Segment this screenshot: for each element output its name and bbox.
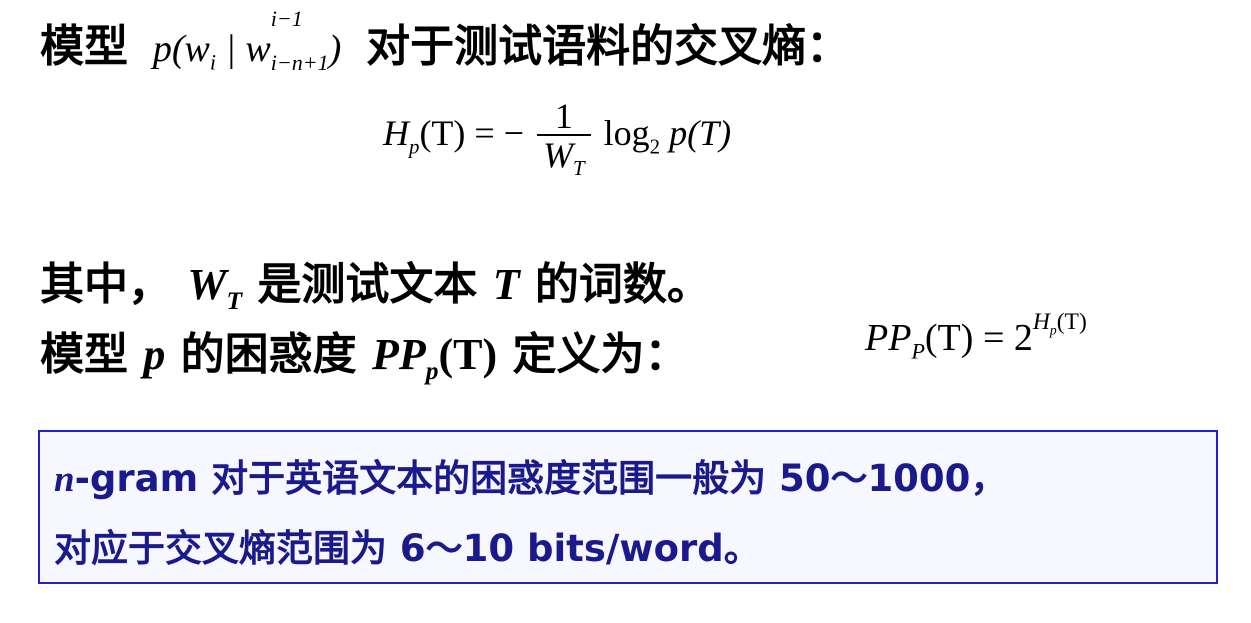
fraction-denominator: WT [537, 134, 591, 179]
text-part: 的困惑度 [180, 329, 357, 380]
note-text-2: 对应于交叉熵范围为 6～10 bits/word。 [54, 527, 761, 570]
var-p: p [143, 330, 166, 379]
formula-lhs-arg: (T) [419, 113, 466, 154]
cross-entropy-formula: Hp(T) = − 1 WT log2 p(T) [383, 96, 732, 179]
note-box: n-gram 对于英语文本的困惑度范围一般为 50～1000， 对应于交叉熵范围… [38, 430, 1218, 584]
formula-log-base: 2 [649, 134, 661, 159]
perplexity-line: 模型 p 的困惑度 PPp(T) 定义为： [40, 318, 689, 385]
formula-rhs: p(T) [669, 113, 732, 154]
formula-lhs: H [383, 113, 409, 154]
model-expression: p(wi | w i−1 i−n+1) [143, 5, 351, 75]
formula-fraction: 1 WT [537, 96, 591, 179]
text-part: 是测试文本 [257, 259, 478, 310]
var-wt: WT [187, 260, 243, 315]
formula-equals: = − [474, 113, 525, 154]
var-pp: PPp(T) [371, 330, 498, 385]
note-text-1: -gram 对于英语文本的困惑度范围一般为 50～1000， [74, 457, 1008, 500]
note-line-1: n-gram 对于英语文本的困惑度范围一般为 50～1000， [54, 448, 1007, 502]
text-part: 模型 [40, 329, 128, 380]
perplexity-formula: PPP(T) = 2Hp(T) [865, 308, 1087, 364]
heading-suffix: 对于测试语料的交叉熵： [366, 21, 851, 72]
definition-line: 其中， WT 是测试文本 T 的词数。 [40, 248, 711, 315]
text-part: 其中， [40, 259, 172, 310]
fraction-numerator: 1 [554, 96, 573, 136]
text-part: 定义为： [512, 329, 689, 380]
formula-lhs-sub: p [409, 134, 420, 159]
formula-log: log [603, 113, 650, 154]
note-line-2: 对应于交叉熵范围为 6～10 bits/word。 [54, 518, 761, 572]
cross-entropy-heading: 模型 p(wi | w i−1 i−n+1) 对于测试语料的交叉熵： [40, 5, 851, 75]
var-t: T [492, 260, 520, 309]
text-part: 的词数。 [534, 259, 711, 310]
note-n: n [54, 459, 75, 500]
heading-prefix: 模型 [40, 21, 128, 72]
